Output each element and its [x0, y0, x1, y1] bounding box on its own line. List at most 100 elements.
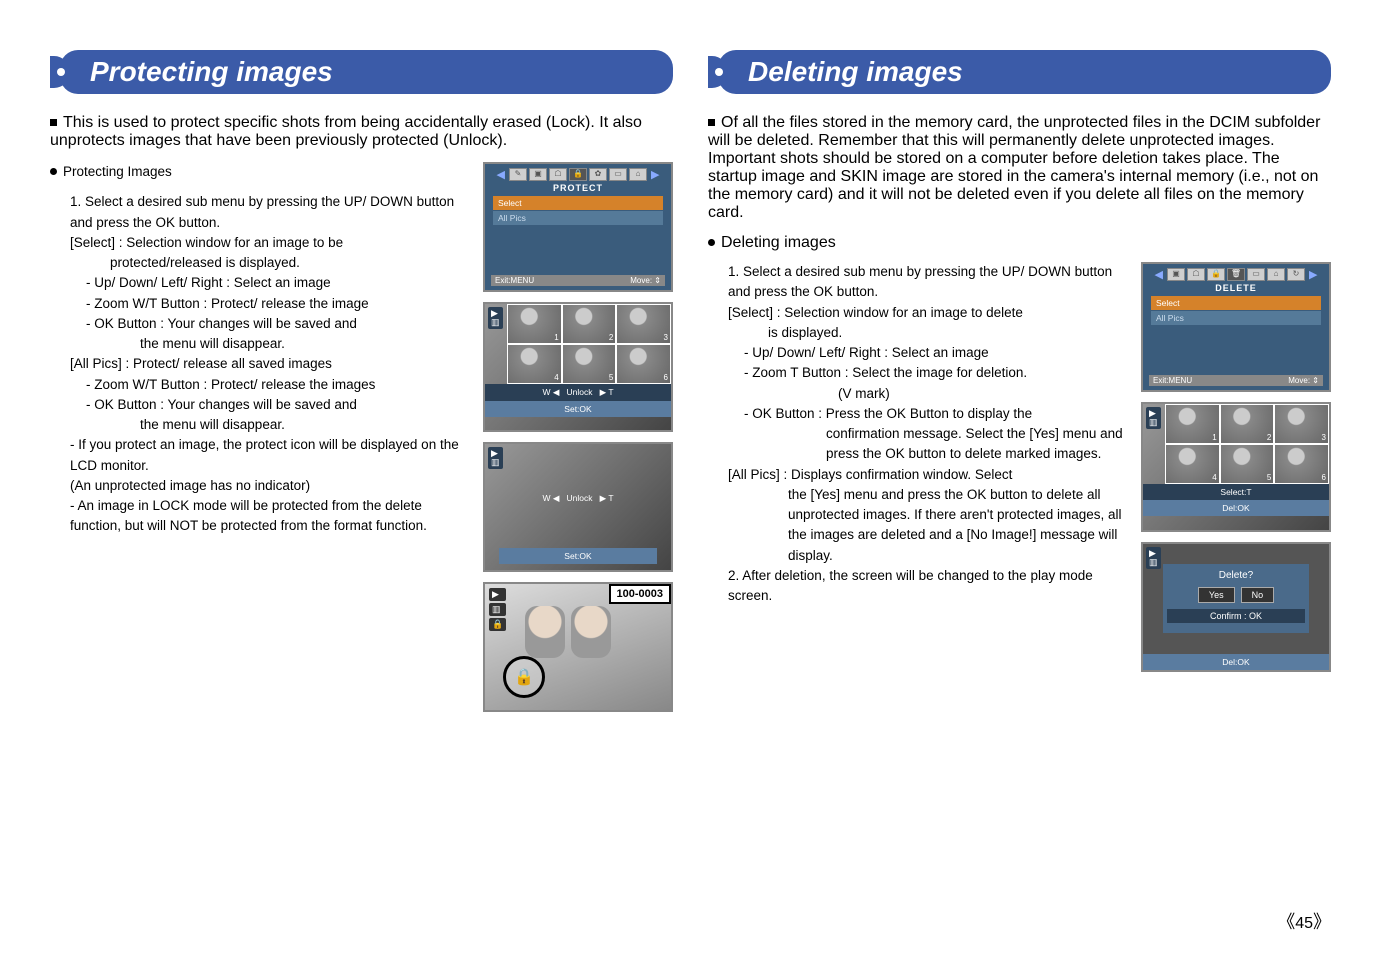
bullet-line: - Zoom W/T Button : Protect/ release the… [86, 294, 468, 314]
menu-tab: ⌂ [1267, 268, 1285, 281]
bullet-line: - Up/ Down/ Left/ Right : Select an imag… [744, 343, 1126, 363]
menu-item-select: Select [493, 196, 663, 210]
menu-item-select: Select [1151, 296, 1321, 310]
allpics-label: [All Pics] : Displays confirmation windo… [728, 465, 1126, 485]
menu-tab: ✿ [589, 168, 607, 181]
t-label: ▶ T [600, 493, 614, 503]
play-battery-icon: ▶▥ [1146, 547, 1161, 569]
select-cont: is displayed. [768, 323, 1126, 343]
bullet-line-cont: confirmation message. Select the [Yes] m… [826, 424, 1126, 465]
bullet-line: - Zoom T Button : Select the image for d… [744, 363, 1126, 383]
w-label: W ◀ [542, 387, 559, 397]
thumb-cell: 2 [562, 304, 617, 344]
select-cont: protected/released is displayed. [110, 253, 468, 273]
arrow-left-icon: ◀ [1153, 268, 1165, 281]
corner-icons: ▶ ▥ 🔒 [489, 588, 506, 633]
thumb-cell: 6 [616, 344, 671, 384]
thumb-cell: 5 [562, 344, 617, 384]
play-battery-icon: ▶▥ [488, 307, 503, 329]
lock-small-icon: 🔒 [489, 618, 506, 631]
bullet-line-cont: the menu will disappear. [140, 415, 468, 435]
menu-item-allpics: All Pics [493, 211, 663, 225]
thumb-cell: 1 [1165, 404, 1220, 444]
step2: 2. After deletion, the screen will be ch… [728, 566, 1126, 607]
battery-icon: ▥ [489, 603, 506, 616]
thumb-cell: 4 [1165, 444, 1220, 484]
menu-tab: ⌂ [629, 168, 647, 181]
intro-body: Of all the files stored in the memory ca… [708, 114, 1320, 221]
menu-exit-label: Exit:MENU [1153, 376, 1192, 385]
menu-item-allpics: All Pics [1151, 311, 1321, 325]
bullet-line: - Zoom W/T Button : Protect/ release the… [86, 375, 468, 395]
lock-circle-icon: 🔒 [503, 656, 545, 698]
menu-tab: ↻ [1287, 268, 1305, 281]
square-bullet-icon [708, 119, 715, 126]
dot-bullet-icon [50, 168, 57, 175]
bullet-line-cont: the menu will disappear. [140, 334, 468, 354]
arrow-left-icon: ◀ [495, 168, 507, 181]
thumb-cell: 2 [1220, 404, 1275, 444]
intro-text-right: Of all the files stored in the memory ca… [708, 114, 1331, 222]
select-label: [Select] : Selection window for an image… [728, 303, 1126, 323]
menu-tab: ☖ [1187, 268, 1205, 281]
square-bullet-icon [50, 119, 57, 126]
title-protecting: Protecting images [60, 50, 673, 94]
dialog-question: Delete? [1167, 570, 1305, 581]
thumb-cell: 1 [507, 304, 562, 344]
subheading: Deleting images [708, 234, 1331, 252]
allpics-label: [All Pics] : Protect/ release all saved … [70, 354, 468, 374]
allpics-cont: the [Yes] menu and press the OK button t… [788, 485, 1126, 566]
del-bar: Del:OK [1143, 654, 1329, 670]
bullet-line-cont: (V mark) [838, 384, 1126, 404]
dialog-yes-button: Yes [1198, 587, 1235, 603]
thumb-cell: 6 [1274, 444, 1329, 484]
title-deleting: Deleting images [718, 50, 1331, 94]
full-image-unlock: ▶▥ W ◀ Unlock ▶ T Set:OK [483, 442, 673, 572]
camera-menu-protect: ◀ ✎ ▣ ☖ 🔒 ✿ ▭ ⌂ ▶ PROTECT Select All Pic… [483, 162, 673, 292]
step1: 1. Select a desired sub menu by pressing… [728, 262, 1126, 303]
arrow-right-icon: ▶ [1307, 268, 1319, 281]
menu-tab: ✎ [509, 168, 527, 181]
note: - An image in LOCK mode will be protecte… [70, 496, 468, 537]
menu-tabs: ◀ ✎ ▣ ☖ 🔒 ✿ ▭ ⌂ ▶ [489, 168, 667, 181]
arrow-right-icon: ▶ [649, 168, 661, 181]
set-bar: Set:OK [499, 548, 657, 564]
menu-tab: ▣ [529, 168, 547, 181]
delete-confirm-dialog: ▶▥ Delete? Yes No Confirm : OK Del:OK [1141, 542, 1331, 672]
menu-tab: ▭ [1247, 268, 1265, 281]
thumb-cell: 5 [1220, 444, 1275, 484]
menu-footer: Exit:MENU Move: ⇕ [1149, 375, 1323, 386]
bullet-line: - OK Button : Your changes will be saved… [86, 314, 468, 334]
unlock-bar: W ◀ Unlock ▶ T [485, 384, 671, 401]
play-icon: ▶ [489, 588, 506, 601]
thumb-cell: 3 [616, 304, 671, 344]
thumb-cell: 4 [507, 344, 562, 384]
menu-tabs: ◀ ▣ ☖ 🔒 🗑 ▭ ⌂ ↻ ▶ [1147, 268, 1325, 281]
menu-title: DELETE [1147, 283, 1325, 293]
play-battery-icon: ▶▥ [1146, 407, 1161, 429]
bullet-line: - OK Button : Your changes will be saved… [86, 395, 468, 415]
intro-text-left: This is used to protect specific shots f… [50, 114, 673, 150]
menu-tab: ☖ [549, 168, 567, 181]
unlock-label: Unlock [567, 493, 593, 503]
menu-tab: 🔒 [1207, 268, 1225, 281]
menu-title: PROTECT [489, 183, 667, 193]
locked-image-preview: 100-0003 ▶ ▥ 🔒 🔒 [483, 582, 673, 712]
thumbnail-grid-select: ▶▥ 1 2 3 4 5 6 Select:T Del:OK [1141, 402, 1331, 532]
note-sub: (An unprotected image has no indicator) [70, 476, 468, 496]
menu-tab: ▣ [1167, 268, 1185, 281]
set-bar: Set:OK [485, 401, 671, 417]
menu-tab-active: 🗑 [1227, 268, 1245, 281]
thumbnail-grid-unlock: ▶▥ 1 2 3 4 5 6 W ◀ Unlock ▶ T Set: [483, 302, 673, 432]
unlock-label: Unlock [567, 387, 593, 397]
page-number: 《45》 [1277, 908, 1331, 934]
menu-exit-label: Exit:MENU [495, 276, 534, 285]
del-bar: Del:OK [1143, 500, 1329, 516]
select-label: [Select] : Selection window for an image… [70, 233, 468, 253]
menu-footer: Exit:MENU Move: ⇕ [491, 275, 665, 286]
menu-move-label: Move: ⇕ [1288, 376, 1319, 385]
menu-tab: ▭ [609, 168, 627, 181]
thumb-cell: 3 [1274, 404, 1329, 444]
select-bar: Select:T [1143, 484, 1329, 500]
image-number-label: 100-0003 [609, 584, 672, 604]
